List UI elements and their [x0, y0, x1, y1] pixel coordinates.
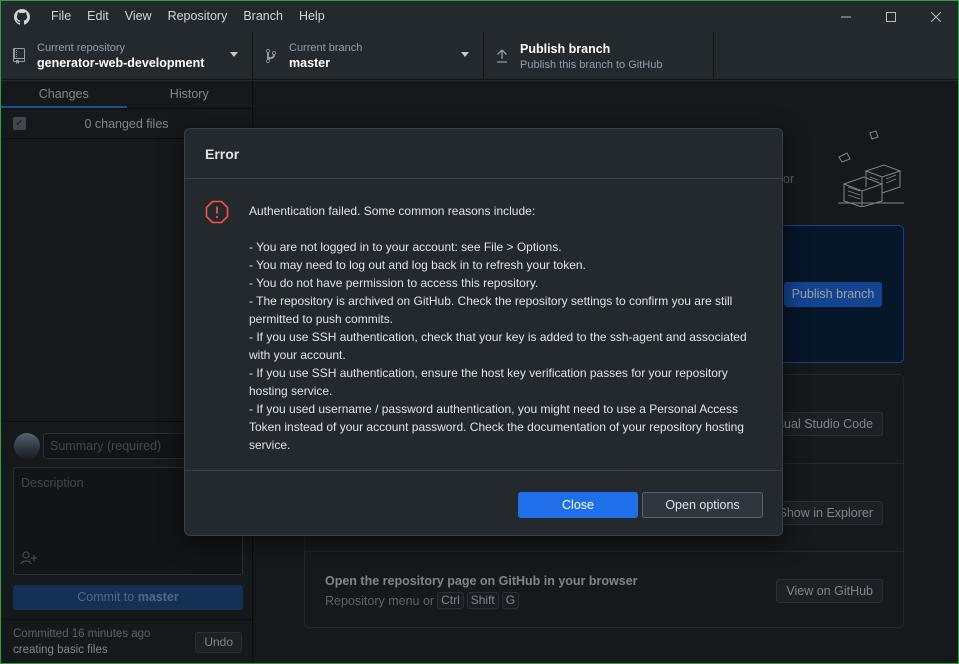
- dialog-header: Error: [185, 129, 782, 179]
- menu-edit[interactable]: Edit: [79, 1, 117, 32]
- menu-help[interactable]: Help: [291, 1, 333, 32]
- minimize-icon: [840, 16, 851, 17]
- repo-label: Current repository: [37, 42, 126, 54]
- repo-icon: [1, 48, 37, 64]
- dialog-title: Error: [205, 145, 240, 162]
- window-controls: [823, 1, 958, 32]
- dialog-body: Authentication failed. Some common reaso…: [185, 180, 782, 470]
- publish-sublabel: Publish this branch to GitHub: [520, 58, 663, 71]
- close-window-button[interactable]: [913, 1, 958, 32]
- error-dialog: Error Authentication failed. Some common…: [184, 128, 783, 536]
- dialog-footer: Close Open options: [185, 470, 782, 535]
- current-repository-dropdown[interactable]: Current repository generator-web-develop…: [1, 32, 253, 80]
- maximize-button[interactable]: [868, 1, 913, 32]
- branch-icon: [253, 48, 289, 64]
- upload-icon: [484, 49, 520, 63]
- toolbar: Current repository generator-web-develop…: [1, 32, 958, 80]
- menu-repository[interactable]: Repository: [160, 1, 236, 32]
- minimize-button[interactable]: [823, 1, 868, 32]
- error-reason: - If you use SSH authentication, check t…: [249, 330, 747, 362]
- error-icon: [205, 200, 229, 224]
- error-reason: - You are not logged in to your account:…: [249, 240, 562, 254]
- branch-name: master: [289, 56, 330, 70]
- chevron-down-icon: [230, 52, 238, 57]
- open-options-button[interactable]: Open options: [642, 492, 763, 518]
- branch-label: Current branch: [289, 42, 363, 54]
- error-reason: - If you used username / password authen…: [249, 402, 744, 452]
- error-reason: - You do not have permission to access t…: [249, 276, 539, 290]
- repo-name: generator-web-development: [37, 56, 205, 70]
- menu-file[interactable]: File: [43, 1, 79, 32]
- error-intro: Authentication failed. Some common reaso…: [249, 204, 536, 218]
- menu-view[interactable]: View: [117, 1, 160, 32]
- github-desktop-window: File Edit View Repository Branch Help Cu…: [0, 0, 959, 664]
- github-logo-icon: [13, 8, 31, 26]
- title-bar: File Edit View Repository Branch Help: [1, 1, 958, 32]
- error-reason: - If you use SSH authentication, ensure …: [249, 366, 728, 398]
- maximize-icon: [885, 11, 896, 22]
- close-icon: [930, 11, 941, 22]
- publish-branch-toolbar-button[interactable]: Publish branch Publish this branch to Gi…: [484, 32, 714, 80]
- current-branch-dropdown[interactable]: Current branch master: [253, 32, 484, 80]
- publish-label: Publish branch: [520, 41, 611, 56]
- error-reason: - The repository is archived on GitHub. …: [249, 294, 733, 326]
- error-reason: - You may need to log out and log back i…: [249, 258, 586, 272]
- chevron-down-icon: [461, 52, 469, 57]
- close-button[interactable]: Close: [518, 492, 638, 518]
- menu-branch[interactable]: Branch: [235, 1, 291, 32]
- error-message: Authentication failed. Some common reaso…: [249, 202, 769, 454]
